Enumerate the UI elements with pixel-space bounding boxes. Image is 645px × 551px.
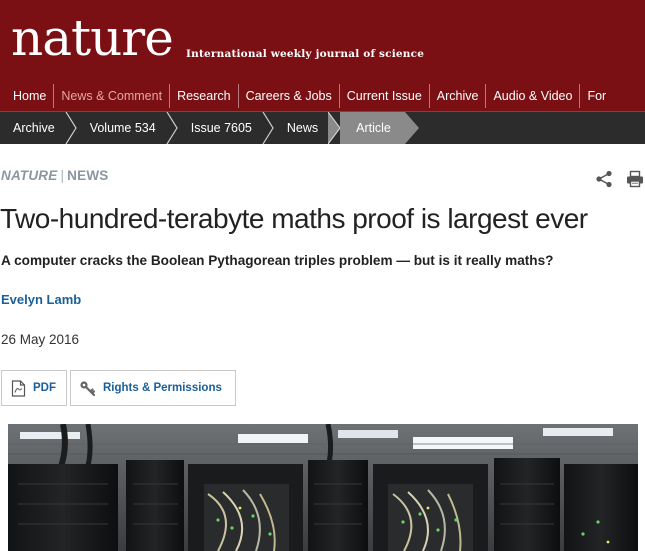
pdf-document-icon xyxy=(11,379,26,397)
breadcrumb-archive[interactable]: Archive xyxy=(0,112,65,144)
pdf-button-label: PDF xyxy=(33,382,56,394)
nav-item-audio-video[interactable]: Audio & Video xyxy=(485,84,579,108)
nature-logo[interactable]: nature xyxy=(11,8,174,68)
masthead: nature International weekly journal of s… xyxy=(0,0,645,81)
breadcrumb-news[interactable]: News xyxy=(273,112,329,144)
breadcrumb-current-arrow xyxy=(404,112,419,144)
rights-permissions-label: Rights & Permissions xyxy=(103,382,222,394)
chevron-right-icon xyxy=(166,112,178,144)
key-icon xyxy=(80,380,96,396)
nav-item-home[interactable]: Home xyxy=(0,84,53,108)
main-nav: Home News & Comment Research Careers & J… xyxy=(0,81,645,111)
masthead-tagline: International weekly journal of science xyxy=(186,48,425,60)
section-news-label[interactable]: NEWS xyxy=(67,168,108,183)
breadcrumb-issue[interactable]: Issue 7605 xyxy=(177,112,262,144)
breadcrumb-volume[interactable]: Volume 534 xyxy=(76,112,166,144)
supercomputer-image xyxy=(8,424,638,551)
chevron-right-icon xyxy=(65,112,77,144)
author-link[interactable]: Evelyn Lamb xyxy=(1,292,81,307)
chevron-right-icon xyxy=(328,112,341,144)
pdf-button[interactable]: PDF xyxy=(1,370,67,406)
section-separator: | xyxy=(60,168,65,183)
nav-item-careers-jobs[interactable]: Careers & Jobs xyxy=(237,84,339,108)
article-photo-supercomputer xyxy=(8,424,638,551)
chevron-right-icon xyxy=(262,112,274,144)
nav-item-archive[interactable]: Archive xyxy=(428,84,486,108)
nav-item-news-comment[interactable]: News & Comment xyxy=(53,84,169,108)
article-standfirst: A computer cracks the Boolean Pythagorea… xyxy=(1,253,554,268)
nav-item-research[interactable]: Research xyxy=(169,84,238,108)
breadcrumb-current: Article xyxy=(340,112,405,144)
breadcrumb: Archive Volume 534 Issue 7605 News Artic… xyxy=(0,111,645,144)
rights-permissions-button[interactable]: Rights & Permissions xyxy=(70,370,236,406)
nav-item-current-issue[interactable]: Current Issue xyxy=(338,84,429,108)
nav-item-for[interactable]: For xyxy=(579,84,613,108)
journal-label: NATURE xyxy=(1,168,58,183)
section-label: NATURE | NEWS xyxy=(1,168,108,183)
article-title: Two-hundred-terabyte maths proof is larg… xyxy=(0,203,588,234)
share-icon[interactable] xyxy=(595,170,613,188)
publication-date: 26 May 2016 xyxy=(1,332,80,347)
print-icon[interactable] xyxy=(626,170,644,188)
